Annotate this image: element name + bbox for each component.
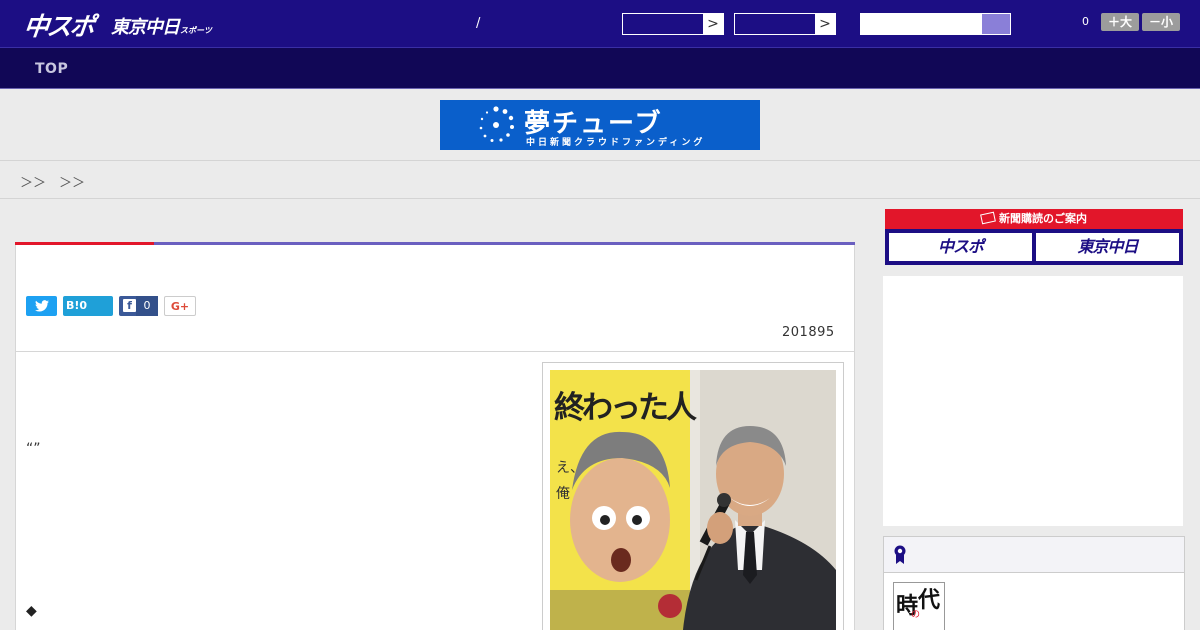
site-logo-tokyo-chunichi[interactable]: 東京中日スポーツ [111,13,212,39]
main-nav: TOP [0,48,1200,89]
header-date: / [476,16,481,31]
site-logo-chuspo[interactable]: 中スポ [22,7,95,43]
article-date: 201895 [782,325,835,340]
share-google-plus-button[interactable]: G+ [164,296,196,316]
ranking-widget: 時 代 の [883,536,1185,630]
search-button[interactable] [982,14,1010,34]
chevron-right-icon: > [703,14,723,34]
share-hatena-button[interactable]: B!0 [63,296,113,316]
sidebar-ad[interactable] [883,276,1183,526]
svg-text:の: の [911,610,920,620]
subscribe-tokyo-chunichi-button[interactable]: 東京中日 [1036,233,1179,261]
subscription-heading: 新聞購読のご案内 [885,209,1183,229]
svg-text:代: 代 [917,587,940,613]
facebook-icon: f [123,299,136,312]
yume-tube-banner[interactable]: 夢チューブ 中日新聞クラウドファンディング [440,100,760,150]
divider [15,351,855,352]
site-header: 中スポ 東京中日スポーツ / > > 0 ＋大 －小 [0,0,1200,48]
ranking-header [884,537,1184,573]
font-size-count: 0 [1082,15,1089,28]
ranking-thumbnail-image: 時 代 の [894,583,944,630]
category-select-2[interactable]: > [734,13,836,35]
subscription-widget: 新聞購読のご案内 中スポ 東京中日 [885,209,1183,265]
share-twitter-button[interactable] [26,296,57,316]
ribbon-medal-icon [894,545,906,564]
logo-sub-small: スポーツ [180,26,212,35]
breadcrumb[interactable]: ＞＞ ＞＞ [20,172,85,191]
nav-item-top[interactable]: TOP [35,61,68,77]
banner-subtitle: 中日新聞クラウドファンディング [526,138,706,148]
subscribe-chuspo-button[interactable]: 中スポ [889,233,1032,261]
font-size-down-button[interactable]: －小 [1142,13,1180,31]
font-size-up-button[interactable]: ＋大 [1101,13,1139,31]
search-form [860,13,1011,35]
divider [0,160,1200,161]
svg-text:俺: 俺 [556,486,570,502]
ranking-thumbnail[interactable]: 時 代 の [893,582,945,630]
divider [0,198,1200,199]
logo-sub-text: 東京中日 [111,17,180,38]
article-body-quote: “” [26,441,41,457]
chevron-right-icon: > [815,14,835,34]
svg-text:え、: え、 [556,460,584,476]
search-input[interactable] [861,14,983,34]
newspaper-icon [980,211,996,225]
share-facebook-button[interactable]: f 0 [119,296,158,316]
twitter-bird-icon [35,300,49,312]
category-select-1[interactable]: > [622,13,724,35]
article-photo[interactable]: 終わった人 え、 俺 [550,370,836,630]
article-accent-red [15,242,154,245]
article-section-marker: ◆ [26,603,37,619]
facebook-share-count: 0 [136,296,158,316]
subscription-heading-text: 新聞購読のご案内 [999,212,1087,225]
dots-circle-icon [479,106,514,142]
poster-title: 終わった人 [554,390,697,426]
